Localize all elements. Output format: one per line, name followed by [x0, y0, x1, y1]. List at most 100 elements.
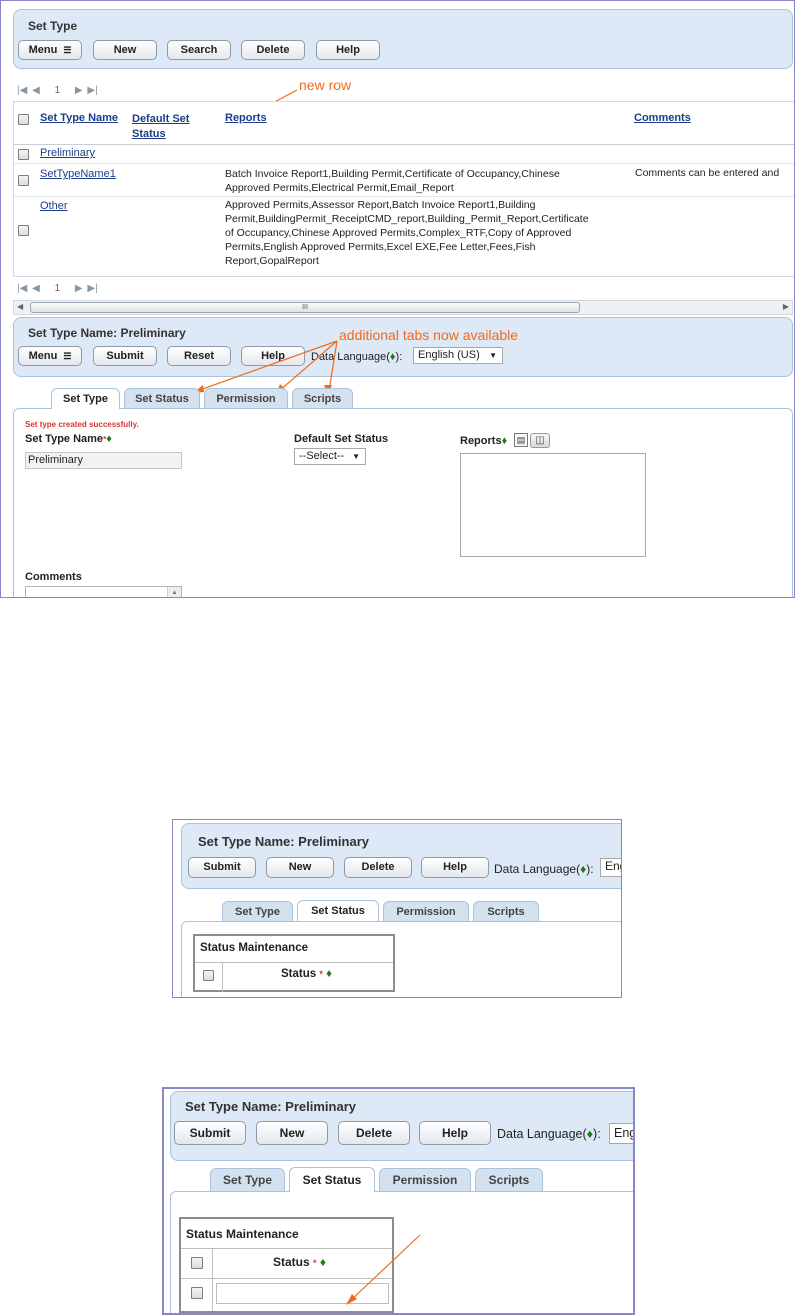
last-page-icon[interactable]: ▶|	[87, 85, 97, 96]
col-status-text: Status	[281, 968, 317, 980]
table-divider	[195, 962, 393, 963]
chevron-down-icon: ▼	[352, 452, 360, 461]
next-page-icon[interactable]: ▶	[75, 283, 83, 294]
data-language-suffix: ):	[395, 351, 403, 363]
tab-permission[interactable]: Permission	[379, 1168, 471, 1191]
page-number: 1	[54, 85, 61, 96]
col-default-set-status-line1: Default Set	[132, 113, 190, 125]
new-button[interactable]: New	[266, 857, 334, 878]
prev-page-icon[interactable]: ◀	[32, 85, 40, 96]
row-checkbox[interactable]	[18, 175, 29, 186]
row-divider	[14, 196, 794, 197]
scroll-right-icon[interactable]: ▶	[783, 302, 789, 311]
scroll-thumb[interactable]: III	[30, 302, 580, 313]
report-line: Permit,BuildingPermit_ReceiptCMD_report,…	[225, 213, 589, 225]
search-button[interactable]: Search	[167, 40, 231, 60]
required-diamond-icon: ♦	[106, 433, 112, 445]
last-page-icon[interactable]: ▶|	[87, 283, 97, 294]
tab-set-type[interactable]: Set Type	[51, 388, 120, 409]
row-checkbox[interactable]	[18, 225, 29, 236]
help-button[interactable]: Help	[419, 1121, 491, 1145]
data-language-suffix: ):	[586, 862, 594, 876]
new-button[interactable]: New	[256, 1121, 328, 1145]
scroll-grip: III	[302, 304, 308, 311]
status-maintenance-table: Status Maintenance Status * ♦	[193, 934, 395, 992]
delete-button[interactable]: Delete	[344, 857, 412, 878]
data-language-suffix: ):	[593, 1127, 601, 1141]
reports-listbox[interactable]	[460, 453, 646, 557]
default-set-status-select[interactable]: --Select-- ▼	[294, 448, 366, 465]
tab-permission[interactable]: Permission	[383, 901, 469, 921]
tab-scripts[interactable]: Scripts	[475, 1168, 543, 1191]
data-language-select[interactable]: Eng	[609, 1123, 635, 1144]
tab-set-status[interactable]: Set Status	[297, 900, 379, 921]
textarea-scrollbar[interactable]: ▲	[167, 587, 181, 597]
help-button[interactable]: Help	[316, 40, 380, 60]
select-all-checkbox[interactable]	[203, 970, 214, 981]
delete-button[interactable]: Delete	[338, 1121, 410, 1145]
next-page-icon[interactable]: ▶	[75, 85, 83, 96]
scroll-left-icon[interactable]: ◀	[17, 302, 23, 311]
menu-button[interactable]: Menu ☰	[18, 40, 82, 60]
row-name-link[interactable]: Preliminary	[40, 147, 95, 159]
data-language-text: Data Language(	[497, 1127, 587, 1141]
prev-page-icon[interactable]: ◀	[32, 283, 40, 294]
tab-set-type[interactable]: Set Type	[222, 901, 293, 921]
report-picker-icon[interactable]: ▤	[514, 433, 528, 447]
trash-icon[interactable]: ◫	[530, 433, 550, 448]
data-language-label: Data Language(♦):	[494, 862, 594, 876]
first-page-icon[interactable]: |◀	[17, 283, 27, 294]
comments-label: Comments	[25, 571, 82, 583]
horizontal-scrollbar[interactable]: ◀ III ▶	[13, 300, 793, 315]
tab-scripts[interactable]: Scripts	[473, 901, 539, 921]
pager-top: |◀ ◀ 1 ▶ ▶|	[17, 85, 98, 96]
row-name-link[interactable]: SetTypeName1	[40, 168, 116, 180]
annotation-tabs: additional tabs now available	[339, 327, 519, 343]
comments-textarea[interactable]: ▲	[25, 586, 182, 597]
row-checkbox[interactable]	[191, 1287, 203, 1299]
menu-dropdown-icon: ☰	[63, 45, 72, 55]
report-line: Permits,English Approved Permits,Excel E…	[225, 241, 536, 253]
tab-set-type[interactable]: Set Type	[210, 1168, 285, 1191]
menu-button[interactable]: Menu ☰	[18, 346, 82, 366]
submit-button[interactable]: Submit	[93, 346, 157, 366]
set-type-panel-header	[13, 9, 793, 69]
col-default-set-status[interactable]: Default Set Status	[132, 112, 189, 142]
col-comments[interactable]: Comments	[634, 112, 691, 124]
data-language-select[interactable]: English (US) ▼	[413, 347, 503, 364]
tab-permission[interactable]: Permission	[204, 388, 288, 408]
required-asterisk: *	[313, 1258, 317, 1268]
submit-button[interactable]: Submit	[174, 1121, 246, 1145]
select-all-checkbox[interactable]	[191, 1257, 203, 1269]
delete-button[interactable]: Delete	[241, 40, 305, 60]
row-divider	[14, 163, 794, 164]
set-type-form	[13, 408, 793, 597]
new-button[interactable]: New	[93, 40, 157, 60]
tab-scripts[interactable]: Scripts	[292, 388, 353, 408]
chevron-down-icon: ▼	[489, 351, 497, 360]
submit-button[interactable]: Submit	[188, 857, 256, 878]
annotation-arrow-new-status-row	[346, 1234, 421, 1305]
header-divider	[14, 144, 794, 145]
default-set-status-label: Default Set Status	[294, 433, 389, 445]
row-reports: Approved Permits,Assessor Report,Batch I…	[225, 198, 589, 268]
required-asterisk: *	[319, 969, 323, 979]
data-language-value: Eng	[614, 1126, 635, 1140]
table-title: Status Maintenance	[200, 942, 308, 954]
col-status: Status * ♦	[281, 968, 332, 980]
data-language-select[interactable]: Eng	[600, 858, 621, 877]
detail-title: Set Type Name: Preliminary	[185, 1099, 356, 1114]
tab-set-status[interactable]: Set Status	[289, 1167, 375, 1192]
tab-set-status[interactable]: Set Status	[124, 388, 200, 408]
col-reports[interactable]: Reports	[225, 112, 267, 124]
help-button[interactable]: Help	[421, 857, 489, 878]
select-all-checkbox[interactable]	[18, 114, 29, 125]
first-page-icon[interactable]: |◀	[17, 85, 27, 96]
data-language-text: Data Language(	[494, 862, 581, 876]
row-name-link[interactable]: Other	[40, 200, 68, 212]
set-type-name-field[interactable]: Preliminary	[25, 452, 182, 469]
success-message: Set type created successfully.	[25, 420, 139, 429]
row-checkbox[interactable]	[18, 149, 29, 160]
pager-bottom: |◀ ◀ 1 ▶ ▶|	[17, 283, 98, 294]
col-set-type-name[interactable]: Set Type Name	[40, 112, 118, 124]
